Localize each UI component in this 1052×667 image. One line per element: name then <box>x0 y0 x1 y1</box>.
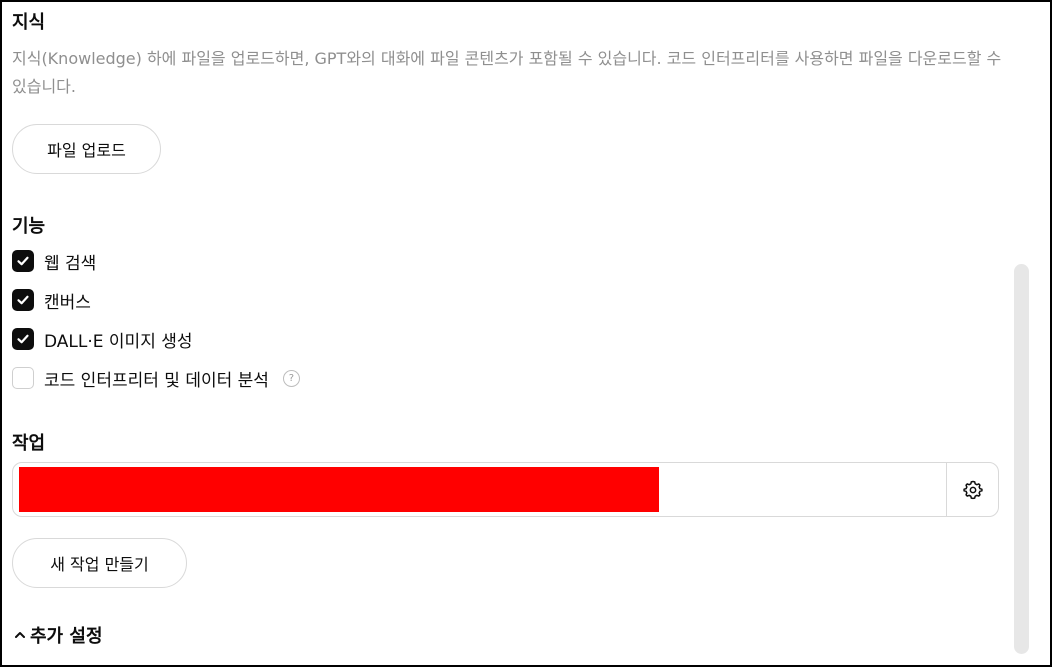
check-icon <box>17 295 29 305</box>
advanced-settings-label: 추가 설정 <box>30 626 103 647</box>
knowledge-description: 지식(Knowledge) 하에 파일을 업로드하면, GPT와의 대화에 파일… <box>12 49 1002 96</box>
web-search-label: 웹 검색 <box>44 253 97 274</box>
dalle-label: DALL·E 이미지 생성 <box>44 331 193 352</box>
help-circle-icon[interactable]: ? <box>282 369 300 387</box>
web-search-checkbox[interactable] <box>12 250 34 272</box>
new-action-button[interactable]: 새 작업 만들기 <box>12 538 187 588</box>
action-item[interactable] <box>12 462 999 517</box>
capability-web-search[interactable]: 웹 검색 <box>12 248 96 274</box>
redacted-action-name <box>19 467 659 512</box>
upload-file-button[interactable]: 파일 업로드 <box>12 124 161 174</box>
advanced-settings-toggle[interactable]: 추가 설정 <box>14 622 103 648</box>
gpt-configure-panel: 지식 지식(Knowledge) 하에 파일을 업로드하면, GPT와의 대화에… <box>0 0 1052 667</box>
dalle-checkbox[interactable] <box>12 328 34 350</box>
check-icon <box>17 334 29 344</box>
canvas-checkbox[interactable] <box>12 289 34 311</box>
capability-canvas[interactable]: 캔버스 <box>12 287 91 313</box>
knowledge-title: 지식 <box>12 12 46 33</box>
capability-code-interpreter[interactable]: 코드 인터프리터 및 데이터 분석 ? <box>12 365 300 391</box>
canvas-label: 캔버스 <box>44 292 91 313</box>
code-interpreter-checkbox[interactable] <box>12 367 34 389</box>
capability-dalle[interactable]: DALL·E 이미지 생성 <box>12 326 193 352</box>
gear-icon <box>962 480 983 499</box>
check-icon <box>17 256 29 266</box>
code-interpreter-label: 코드 인터프리터 및 데이터 분석 <box>44 370 269 391</box>
action-settings-button[interactable] <box>946 463 998 516</box>
capabilities-title: 기능 <box>12 216 46 237</box>
actions-title: 작업 <box>12 433 46 454</box>
chevron-up-icon <box>15 632 25 638</box>
scrollbar-thumb[interactable] <box>1014 264 1029 654</box>
